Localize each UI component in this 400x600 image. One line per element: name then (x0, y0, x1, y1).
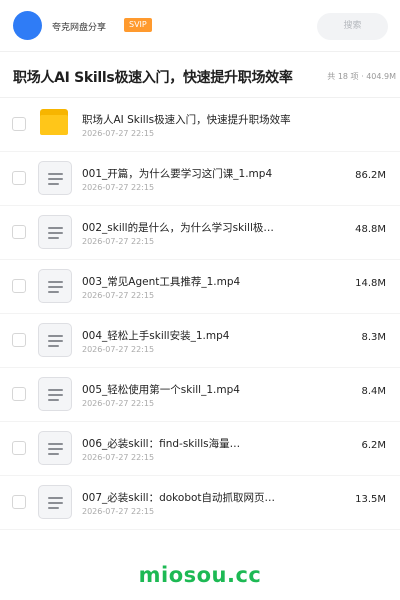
file-size: 14.8M (355, 278, 386, 289)
list-item[interactable]: 007_必装skill：dokobot自动抓取网页… 2026-07-27 22… (0, 476, 400, 530)
file-name: 003_常见Agent工具推荐_1.mp4 (82, 276, 241, 288)
file-name: 001_开篇，为什么要学习这门课_1.mp4 (82, 168, 273, 180)
row-checkbox[interactable] (12, 333, 26, 347)
list-item[interactable]: 002_skill的是什么，为什么学习skill极… 2026-07-27 22… (0, 206, 400, 260)
row-checkbox[interactable] (12, 279, 26, 293)
file-name: 006_必装skill：find-skills海量… (82, 438, 241, 450)
search-input[interactable]: 搜索 (317, 13, 388, 40)
header: 夸克网盘分享 SVIP 搜索 (0, 0, 400, 52)
list-item[interactable]: 003_常见Agent工具推荐_1.mp4 2026-07-27 22:15 1… (0, 260, 400, 314)
file-date: 2026-07-27 22:15 (82, 129, 155, 138)
svip-badge: SVIP (124, 18, 152, 32)
file-date: 2026-07-27 22:15 (82, 453, 155, 462)
file-list: 职场人AI Skills极速入门，快速提升职场效率 2026-07-27 22:… (0, 98, 400, 530)
list-item[interactable]: 005_轻松使用第一个skill_1.mp4 2026-07-27 22:15 … (0, 368, 400, 422)
file-date: 2026-07-27 22:15 (82, 237, 155, 246)
file-size: 48.8M (355, 224, 386, 235)
list-item[interactable]: 001_开篇，为什么要学习这门课_1.mp4 2026-07-27 22:15 … (0, 152, 400, 206)
file-icon (38, 269, 72, 303)
file-size: 8.4M (361, 386, 386, 397)
file-name: 005_轻松使用第一个skill_1.mp4 (82, 384, 240, 396)
file-name: 007_必装skill：dokobot自动抓取网页… (82, 492, 276, 504)
file-icon (38, 377, 72, 411)
file-date: 2026-07-27 22:15 (82, 291, 155, 300)
watermark: miosou.cc (138, 563, 262, 587)
avatar[interactable] (13, 11, 42, 40)
file-date: 2026-07-27 22:15 (82, 345, 155, 354)
file-size: 86.2M (355, 170, 386, 181)
file-date: 2026-07-27 22:15 (82, 183, 155, 192)
file-date: 2026-07-27 22:15 (82, 507, 155, 516)
row-checkbox[interactable] (12, 387, 26, 401)
row-checkbox[interactable] (12, 117, 26, 131)
title-row: 职场人AI Skills极速入门，快速提升职场效率 共 18 项 · 404.9… (0, 52, 400, 98)
file-icon (38, 485, 72, 519)
file-name: 004_轻松上手skill安装_1.mp4 (82, 330, 230, 342)
share-page: 夸克网盘分享 SVIP 搜索 职场人AI Skills极速入门，快速提升职场效率… (0, 0, 400, 600)
list-item-folder[interactable]: 职场人AI Skills极速入门，快速提升职场效率 2026-07-27 22:… (0, 98, 400, 152)
list-item[interactable]: 004_轻松上手skill安装_1.mp4 2026-07-27 22:15 8… (0, 314, 400, 368)
file-name: 002_skill的是什么，为什么学习skill极… (82, 222, 274, 234)
row-checkbox[interactable] (12, 171, 26, 185)
file-icon (38, 323, 72, 357)
list-item[interactable]: 006_必装skill：find-skills海量… 2026-07-27 22… (0, 422, 400, 476)
file-icon (38, 215, 72, 249)
row-checkbox[interactable] (12, 495, 26, 509)
page-title: 职场人AI Skills极速入门，快速提升职场效率 (13, 70, 293, 86)
file-size: 13.5M (355, 494, 386, 505)
item-count-size: 共 18 项 · 404.9M (327, 72, 396, 81)
folder-icon (38, 107, 72, 141)
file-name: 职场人AI Skills极速入门，快速提升职场效率 (82, 114, 291, 126)
file-size: 6.2M (361, 440, 386, 451)
row-checkbox[interactable] (12, 441, 26, 455)
file-date: 2026-07-27 22:15 (82, 399, 155, 408)
username: 夸克网盘分享 (52, 23, 107, 33)
file-icon (38, 161, 72, 195)
file-icon (38, 431, 72, 465)
row-checkbox[interactable] (12, 225, 26, 239)
file-size: 8.3M (361, 332, 386, 343)
